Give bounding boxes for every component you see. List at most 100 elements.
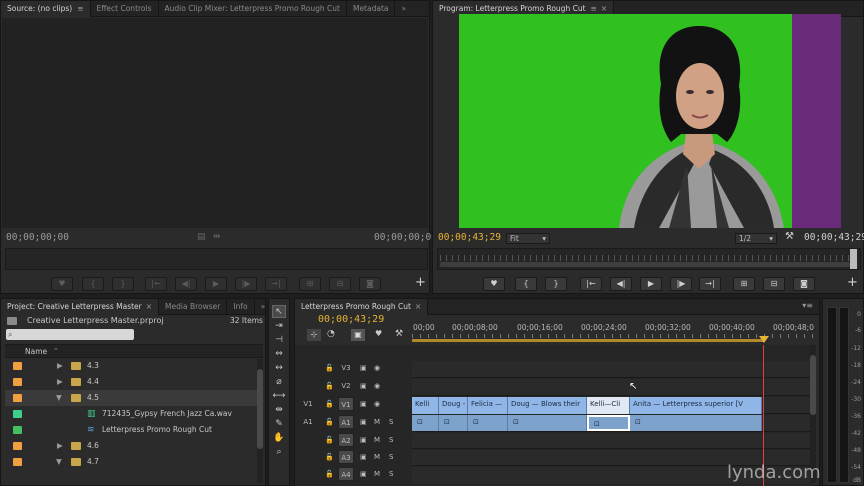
video-clip-selected[interactable]: Kelli—Cli xyxy=(587,397,630,414)
list-item[interactable]: ▶ 4.4 xyxy=(5,374,257,390)
tab-source[interactable]: Source: (no clips) ≡ xyxy=(1,0,91,17)
time-ruler[interactable]: 00;00 00;00;08;00 00;00;16;00 00;00;24;0… xyxy=(412,321,814,343)
sync-lock-icon[interactable]: ▣ xyxy=(360,415,367,429)
source-step-forward-button[interactable]: |▶ xyxy=(235,277,257,291)
eye-icon[interactable]: ◉ xyxy=(374,361,380,375)
label-color-swatch[interactable] xyxy=(13,442,22,450)
list-item[interactable]: ▥ 712435_Gypsy French Jazz Ca.wav xyxy=(5,406,257,422)
source-step-back-button[interactable]: ◀| xyxy=(175,277,197,291)
solo-button[interactable]: S xyxy=(389,450,393,464)
track-select-tool-icon[interactable]: ⇥ xyxy=(272,320,286,333)
program-zoom-bar[interactable] xyxy=(440,262,850,267)
work-area-bar[interactable] xyxy=(412,339,764,342)
menu-icon[interactable]: ≡ xyxy=(77,1,83,17)
source-mark-out-button[interactable]: } xyxy=(112,277,134,291)
lock-icon[interactable]: 🔓 xyxy=(325,361,334,375)
list-item[interactable]: ≋ Letterpress Promo Rough Cut xyxy=(5,422,257,438)
label-color-swatch[interactable] xyxy=(13,378,22,386)
lock-icon[interactable]: 🔓 xyxy=(325,379,334,393)
source-export-frame-icon[interactable]: ▤ xyxy=(197,232,206,242)
tab-audio-clip-mixer[interactable]: Audio Clip Mixer: Letterpress Promo Roug… xyxy=(159,0,347,17)
sync-lock-icon[interactable]: ▣ xyxy=(360,433,367,447)
tab-sequence[interactable]: Letterpress Promo Rough Cut × xyxy=(295,298,429,315)
program-go-to-out-button[interactable]: →| xyxy=(699,277,721,291)
column-header[interactable]: Name ⌃ xyxy=(5,344,263,358)
eye-icon[interactable]: ◉ xyxy=(374,379,380,393)
lock-icon[interactable]: 🔓 xyxy=(325,397,334,411)
zoom-tool-icon[interactable]: ⌕ xyxy=(272,446,286,459)
chevron-right-icon[interactable]: ▶ xyxy=(57,438,63,454)
source-drag-icon[interactable]: ⇹ xyxy=(213,232,221,242)
source-scrubber[interactable] xyxy=(5,248,428,270)
source-add-button[interactable]: + xyxy=(415,275,426,290)
program-go-to-in-button[interactable]: |← xyxy=(580,277,602,291)
mute-button[interactable]: M xyxy=(374,415,380,429)
list-item[interactable]: ▼ 4.5 xyxy=(5,390,257,406)
video-clip[interactable]: Doug — Blows their xyxy=(508,397,587,414)
program-step-back-button[interactable]: ◀| xyxy=(610,277,632,291)
program-lift-button[interactable]: ⊞ xyxy=(733,277,755,291)
program-mark-out-button[interactable]: } xyxy=(545,277,567,291)
audio-clip[interactable]: ⊡ xyxy=(439,415,468,431)
scrollbar-thumb[interactable] xyxy=(257,369,263,449)
eye-icon[interactable]: ◉ xyxy=(374,397,380,411)
mute-button[interactable]: M xyxy=(374,450,380,464)
program-video-frame[interactable] xyxy=(459,14,841,228)
track-name[interactable]: V2 xyxy=(338,379,354,393)
sync-lock-icon[interactable]: ▣ xyxy=(360,467,367,481)
video-clip[interactable]: Anita — Letterpress superior [V xyxy=(630,397,762,414)
source-camera-icon[interactable]: ◙ xyxy=(359,277,381,291)
video-clip[interactable]: Kelli xyxy=(412,397,439,414)
panel-menu-icon[interactable]: ▾≡ xyxy=(802,301,813,310)
program-camera-icon[interactable]: ◙ xyxy=(793,277,815,291)
settings-wrench-icon[interactable]: ⚒ xyxy=(395,329,403,339)
source-go-to-in-button[interactable]: |← xyxy=(145,277,167,291)
video-clip[interactable]: Felicia — xyxy=(468,397,508,414)
audio-clip[interactable]: ⊡ xyxy=(412,415,439,431)
chevron-down-icon[interactable]: ▼ xyxy=(56,454,62,470)
solo-button[interactable]: S xyxy=(389,467,393,481)
lock-icon[interactable]: 🔓 xyxy=(325,433,334,447)
tab-effect-controls[interactable]: Effect Controls xyxy=(91,0,159,17)
lock-icon[interactable]: 🔓 xyxy=(325,467,334,481)
list-item[interactable]: ▼ 4.7 xyxy=(5,454,257,470)
label-color-swatch[interactable] xyxy=(13,410,22,418)
scrollbar-thumb[interactable] xyxy=(810,355,816,415)
source-marker-button[interactable]: ♥ xyxy=(51,277,73,291)
slide-tool-icon[interactable]: ⇹ xyxy=(272,404,286,417)
track-name[interactable]: A3 xyxy=(338,450,354,464)
razor-tool-icon[interactable]: ⌀ xyxy=(272,376,286,389)
program-add-button[interactable]: + xyxy=(847,275,858,290)
project-search-field[interactable]: ⌕ xyxy=(6,329,134,340)
track-name[interactable]: V3 xyxy=(338,361,354,375)
selection-tool-icon[interactable]: ↖ xyxy=(272,305,286,318)
rolling-edit-tool-icon[interactable]: ⇔ xyxy=(272,348,286,361)
mute-button[interactable]: M xyxy=(374,433,380,447)
label-color-swatch[interactable] xyxy=(13,458,22,466)
label-color-swatch[interactable] xyxy=(13,362,22,370)
playhead-handle[interactable] xyxy=(759,336,769,343)
audio-clip-selected[interactable]: ⊡ xyxy=(587,415,630,431)
hand-tool-icon[interactable]: ✋ xyxy=(272,432,286,445)
sync-lock-icon[interactable]: ▣ xyxy=(360,450,367,464)
mute-button[interactable]: M xyxy=(374,467,380,481)
track-name[interactable]: V1 xyxy=(338,397,354,411)
video-clip[interactable]: Doug - xyxy=(439,397,468,414)
chevron-right-icon[interactable]: ▶ xyxy=(57,358,63,374)
source-patch-a1[interactable]: A1 xyxy=(300,415,316,429)
wrench-icon[interactable]: ⚒ xyxy=(785,231,794,242)
sync-lock-icon[interactable]: ▣ xyxy=(360,379,367,393)
slip-tool-icon[interactable]: ⟷ xyxy=(272,390,286,403)
track-name[interactable]: A1 xyxy=(338,415,354,429)
overflow-icon[interactable]: » xyxy=(395,1,412,17)
timeline-timecode[interactable]: 00;00;43;29 xyxy=(318,314,384,325)
list-item[interactable]: ▶ 4.6 xyxy=(5,438,257,454)
source-play-button[interactable]: ▶ xyxy=(205,277,227,291)
program-scrubber[interactable] xyxy=(437,248,861,270)
chevron-right-icon[interactable]: ▶ xyxy=(57,374,63,390)
source-go-to-out-button[interactable]: →| xyxy=(265,277,287,291)
program-step-forward-button[interactable]: |▶ xyxy=(670,277,692,291)
ripple-edit-tool-icon[interactable]: ⊣ xyxy=(272,334,286,347)
source-timecode-current[interactable]: 00;00;00;00 xyxy=(6,232,69,243)
lock-icon[interactable]: 🔓 xyxy=(325,415,334,429)
